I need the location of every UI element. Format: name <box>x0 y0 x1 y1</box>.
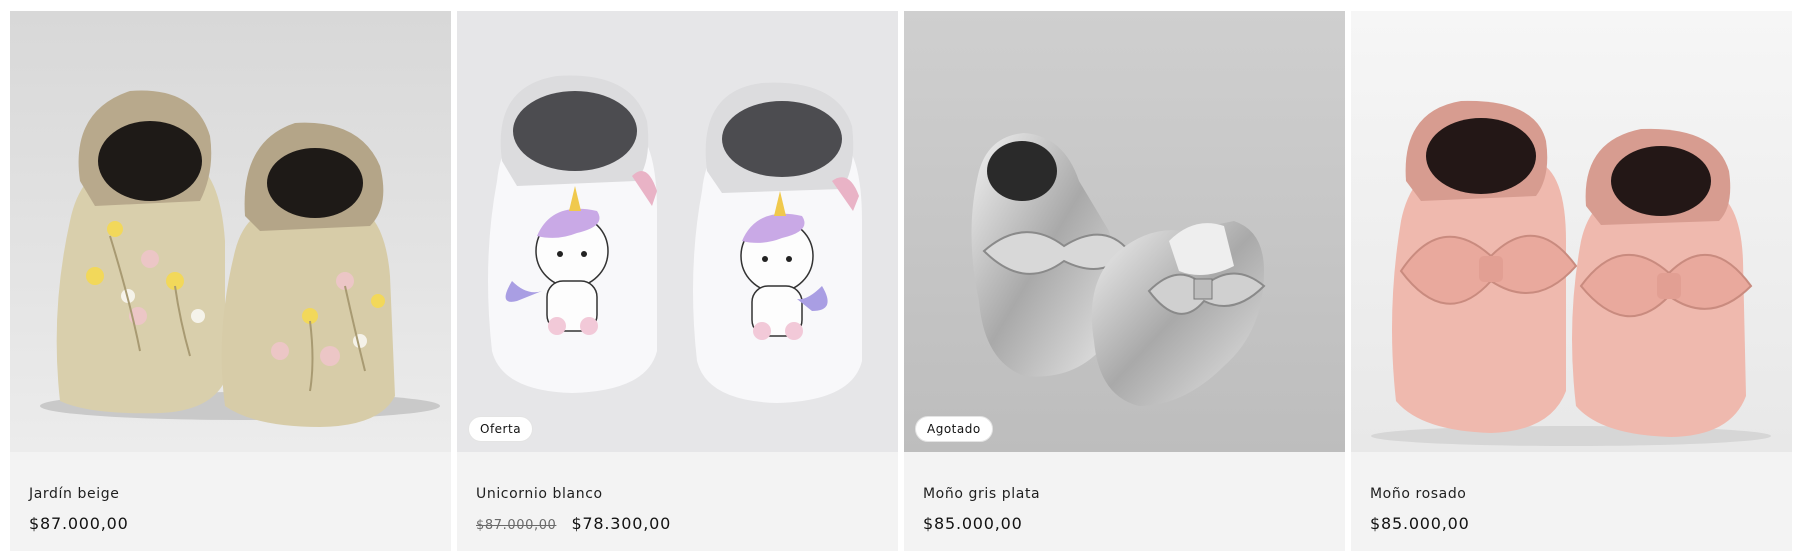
silver-bow-shoes-image <box>904 11 1345 452</box>
pink-bow-shoes-image <box>1351 11 1792 452</box>
product-card-unicornio-blanco[interactable]: Oferta Unicornio blanco $87.000,00 $78.3… <box>457 11 898 551</box>
product-title[interactable]: Unicornio blanco <box>476 486 878 502</box>
product-card-mono-gris-plata[interactable]: Agotado Moño gris plata $85.000,00 <box>904 11 1345 551</box>
sale-badge: Oferta <box>468 416 534 442</box>
product-card-jardin-beige[interactable]: Jardín beige $87.000,00 <box>10 11 451 551</box>
product-title[interactable]: Moño rosado <box>1370 486 1772 502</box>
product-title[interactable]: Moño gris plata <box>923 486 1325 502</box>
product-title[interactable]: Jardín beige <box>29 486 431 502</box>
product-price: $85.000,00 <box>1370 514 1470 533</box>
beige-flower-shoes-image <box>10 11 451 452</box>
product-price: $87.000,00 <box>29 514 129 533</box>
product-image-mono-rosado[interactable] <box>1351 11 1792 452</box>
product-image-jardin-beige[interactable] <box>10 11 451 452</box>
product-grid: Jardín beige $87.000,00 Oferta Unicornio… <box>10 11 1793 551</box>
price-row: $85.000,00 <box>1370 514 1772 533</box>
white-unicorn-shoes-image <box>457 11 898 452</box>
product-price-original: $87.000,00 <box>476 518 557 533</box>
product-price-sale: $78.300,00 <box>571 514 672 533</box>
product-price: $85.000,00 <box>923 514 1023 533</box>
sold-out-badge: Agotado <box>915 416 993 442</box>
price-row: $87.000,00 $78.300,00 <box>476 514 878 533</box>
price-row: $85.000,00 <box>923 514 1325 533</box>
product-image-mono-gris-plata[interactable]: Agotado <box>904 11 1345 452</box>
product-image-unicornio-blanco[interactable]: Oferta <box>457 11 898 452</box>
price-row: $87.000,00 <box>29 514 431 533</box>
product-card-mono-rosado[interactable]: Moño rosado $85.000,00 <box>1351 11 1792 551</box>
